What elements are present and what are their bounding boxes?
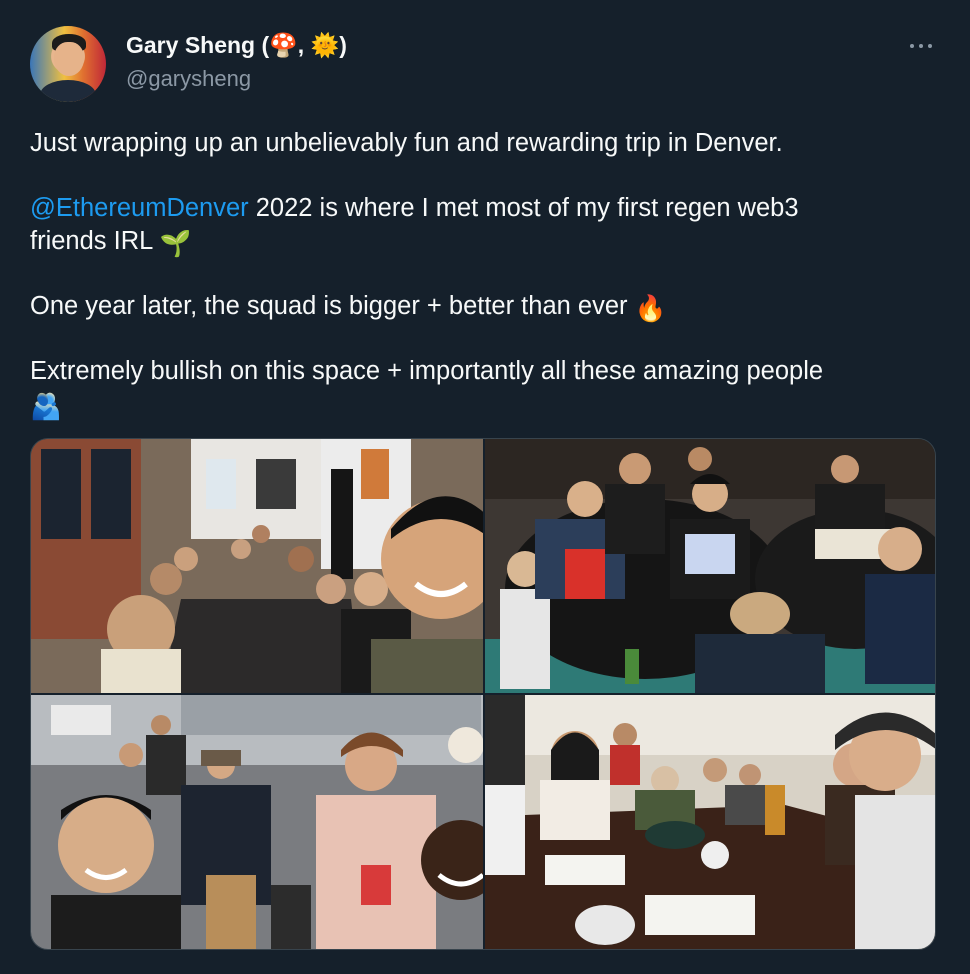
tweet-text-line: Just wrapping up an unbelievably fun and… [30,129,783,157]
photo-beanbag-group[interactable] [485,439,935,693]
seedling-icon: 🌱 [159,230,192,258]
author-name[interactable]: Gary Sheng (🍄, 🌞) [126,32,347,59]
tweet-text-span: friends IRL [30,227,153,255]
tweet-text-line: 🫂 [30,388,930,424]
mention-link[interactable]: @EthereumDenver [30,194,249,222]
hug-icon: 🫂 [30,393,62,421]
photo-restaurant-group[interactable] [31,439,483,693]
more-horizontal-icon[interactable] [906,36,936,56]
author-handle[interactable]: @garysheng [126,66,251,92]
tweet-text-span: One year later, the squad is bigger + be… [30,292,628,320]
author-avatar[interactable] [30,26,106,102]
photo-dinner-table[interactable] [485,695,935,949]
tweet-card: Gary Sheng (🍄, 🌞) @garysheng Just wrappi… [0,0,970,974]
tweet-text-span: 2022 is where I met most of my first reg… [248,194,799,222]
media-grid [30,438,936,950]
photo-conference-crowd[interactable] [31,695,483,949]
fire-icon: 🔥 [634,295,667,323]
tweet-text-line: @EthereumDenver 2022 is where I met most… [30,192,930,225]
tweet-text-line: One year later, the squad is bigger + be… [30,290,930,326]
tweet-text-line: Extremely bullish on this space + import… [30,357,824,385]
tweet-text-line: friends IRL 🌱 [30,225,930,261]
